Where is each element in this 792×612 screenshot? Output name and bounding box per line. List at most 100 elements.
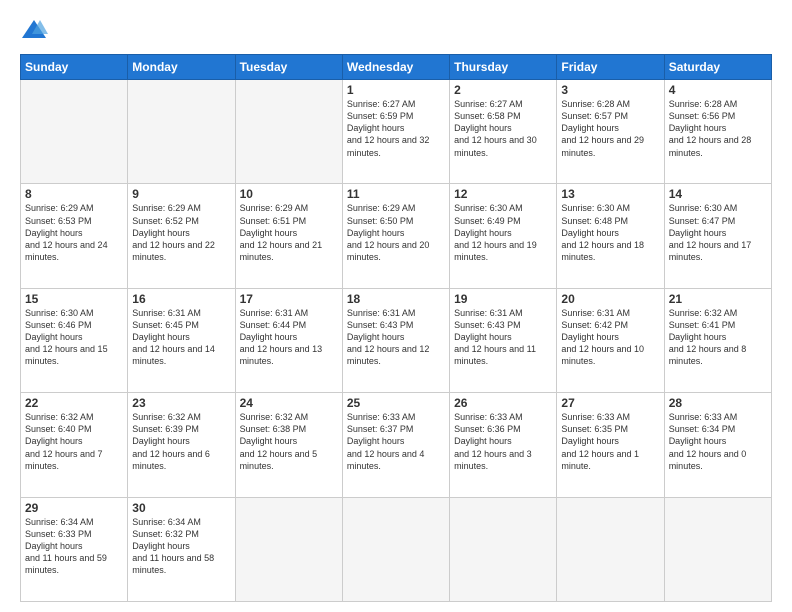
cell-content: Sunrise: 6:30 AMSunset: 6:46 PMDaylight … xyxy=(25,308,108,367)
day-number: 12 xyxy=(454,187,552,201)
calendar-cell: 22 Sunrise: 6:32 AMSunset: 6:40 PMDaylig… xyxy=(21,393,128,497)
calendar-cell xyxy=(557,497,664,601)
day-number: 9 xyxy=(132,187,230,201)
cell-content: Sunrise: 6:30 AMSunset: 6:48 PMDaylight … xyxy=(561,203,644,262)
calendar-day-header: Tuesday xyxy=(235,55,342,80)
day-number: 29 xyxy=(25,501,123,515)
calendar-cell: 9 Sunrise: 6:29 AMSunset: 6:52 PMDayligh… xyxy=(128,184,235,288)
day-number: 28 xyxy=(669,396,767,410)
calendar-day-header: Saturday xyxy=(664,55,771,80)
calendar-cell: 8 Sunrise: 6:29 AMSunset: 6:53 PMDayligh… xyxy=(21,184,128,288)
logo-icon xyxy=(20,16,48,44)
calendar-day-header: Wednesday xyxy=(342,55,449,80)
cell-content: Sunrise: 6:33 AMSunset: 6:35 PMDaylight … xyxy=(561,412,639,471)
cell-content: Sunrise: 6:34 AMSunset: 6:33 PMDaylight … xyxy=(25,517,107,576)
calendar-cell: 11 Sunrise: 6:29 AMSunset: 6:50 PMDaylig… xyxy=(342,184,449,288)
cell-content: Sunrise: 6:27 AMSunset: 6:58 PMDaylight … xyxy=(454,99,537,158)
calendar-day-header: Thursday xyxy=(450,55,557,80)
header xyxy=(20,16,772,44)
calendar-cell: 12 Sunrise: 6:30 AMSunset: 6:49 PMDaylig… xyxy=(450,184,557,288)
cell-content: Sunrise: 6:29 AMSunset: 6:50 PMDaylight … xyxy=(347,203,430,262)
day-number: 11 xyxy=(347,187,445,201)
calendar-cell: 29 Sunrise: 6:34 AMSunset: 6:33 PMDaylig… xyxy=(21,497,128,601)
cell-content: Sunrise: 6:27 AMSunset: 6:59 PMDaylight … xyxy=(347,99,430,158)
cell-content: Sunrise: 6:29 AMSunset: 6:51 PMDaylight … xyxy=(240,203,323,262)
calendar-cell xyxy=(664,497,771,601)
day-number: 1 xyxy=(347,83,445,97)
page: SundayMondayTuesdayWednesdayThursdayFrid… xyxy=(0,0,792,612)
cell-content: Sunrise: 6:32 AMSunset: 6:40 PMDaylight … xyxy=(25,412,103,471)
calendar-week-row: 8 Sunrise: 6:29 AMSunset: 6:53 PMDayligh… xyxy=(21,184,772,288)
cell-content: Sunrise: 6:33 AMSunset: 6:34 PMDaylight … xyxy=(669,412,747,471)
calendar-cell: 20 Sunrise: 6:31 AMSunset: 6:42 PMDaylig… xyxy=(557,288,664,392)
calendar-week-row: 29 Sunrise: 6:34 AMSunset: 6:33 PMDaylig… xyxy=(21,497,772,601)
calendar-day-header: Sunday xyxy=(21,55,128,80)
calendar-cell: 23 Sunrise: 6:32 AMSunset: 6:39 PMDaylig… xyxy=(128,393,235,497)
calendar-cell xyxy=(235,497,342,601)
day-number: 4 xyxy=(669,83,767,97)
calendar-cell: 30 Sunrise: 6:34 AMSunset: 6:32 PMDaylig… xyxy=(128,497,235,601)
cell-content: Sunrise: 6:33 AMSunset: 6:37 PMDaylight … xyxy=(347,412,425,471)
cell-content: Sunrise: 6:31 AMSunset: 6:44 PMDaylight … xyxy=(240,308,323,367)
calendar-cell: 17 Sunrise: 6:31 AMSunset: 6:44 PMDaylig… xyxy=(235,288,342,392)
cell-content: Sunrise: 6:28 AMSunset: 6:56 PMDaylight … xyxy=(669,99,752,158)
day-number: 23 xyxy=(132,396,230,410)
day-number: 8 xyxy=(25,187,123,201)
calendar-day-header: Monday xyxy=(128,55,235,80)
day-number: 24 xyxy=(240,396,338,410)
calendar-cell: 10 Sunrise: 6:29 AMSunset: 6:51 PMDaylig… xyxy=(235,184,342,288)
calendar-cell: 21 Sunrise: 6:32 AMSunset: 6:41 PMDaylig… xyxy=(664,288,771,392)
calendar-cell: 13 Sunrise: 6:30 AMSunset: 6:48 PMDaylig… xyxy=(557,184,664,288)
calendar-week-row: 1 Sunrise: 6:27 AMSunset: 6:59 PMDayligh… xyxy=(21,80,772,184)
cell-content: Sunrise: 6:28 AMSunset: 6:57 PMDaylight … xyxy=(561,99,644,158)
cell-content: Sunrise: 6:30 AMSunset: 6:47 PMDaylight … xyxy=(669,203,752,262)
day-number: 16 xyxy=(132,292,230,306)
day-number: 3 xyxy=(561,83,659,97)
day-number: 21 xyxy=(669,292,767,306)
calendar-cell xyxy=(128,80,235,184)
calendar-cell: 15 Sunrise: 6:30 AMSunset: 6:46 PMDaylig… xyxy=(21,288,128,392)
day-number: 20 xyxy=(561,292,659,306)
cell-content: Sunrise: 6:31 AMSunset: 6:43 PMDaylight … xyxy=(347,308,430,367)
day-number: 13 xyxy=(561,187,659,201)
calendar-cell: 28 Sunrise: 6:33 AMSunset: 6:34 PMDaylig… xyxy=(664,393,771,497)
day-number: 2 xyxy=(454,83,552,97)
calendar-cell: 26 Sunrise: 6:33 AMSunset: 6:36 PMDaylig… xyxy=(450,393,557,497)
cell-content: Sunrise: 6:29 AMSunset: 6:53 PMDaylight … xyxy=(25,203,108,262)
day-number: 19 xyxy=(454,292,552,306)
calendar-cell: 27 Sunrise: 6:33 AMSunset: 6:35 PMDaylig… xyxy=(557,393,664,497)
day-number: 22 xyxy=(25,396,123,410)
calendar-cell: 18 Sunrise: 6:31 AMSunset: 6:43 PMDaylig… xyxy=(342,288,449,392)
calendar-body: 1 Sunrise: 6:27 AMSunset: 6:59 PMDayligh… xyxy=(21,80,772,602)
calendar-cell: 2 Sunrise: 6:27 AMSunset: 6:58 PMDayligh… xyxy=(450,80,557,184)
day-number: 27 xyxy=(561,396,659,410)
cell-content: Sunrise: 6:30 AMSunset: 6:49 PMDaylight … xyxy=(454,203,537,262)
day-number: 15 xyxy=(25,292,123,306)
calendar-cell xyxy=(235,80,342,184)
calendar-cell xyxy=(450,497,557,601)
calendar-table: SundayMondayTuesdayWednesdayThursdayFrid… xyxy=(20,54,772,602)
cell-content: Sunrise: 6:32 AMSunset: 6:41 PMDaylight … xyxy=(669,308,747,367)
calendar-cell: 24 Sunrise: 6:32 AMSunset: 6:38 PMDaylig… xyxy=(235,393,342,497)
calendar-cell: 4 Sunrise: 6:28 AMSunset: 6:56 PMDayligh… xyxy=(664,80,771,184)
day-number: 14 xyxy=(669,187,767,201)
cell-content: Sunrise: 6:29 AMSunset: 6:52 PMDaylight … xyxy=(132,203,215,262)
cell-content: Sunrise: 6:31 AMSunset: 6:42 PMDaylight … xyxy=(561,308,644,367)
calendar-week-row: 15 Sunrise: 6:30 AMSunset: 6:46 PMDaylig… xyxy=(21,288,772,392)
cell-content: Sunrise: 6:31 AMSunset: 6:43 PMDaylight … xyxy=(454,308,536,367)
calendar-cell: 1 Sunrise: 6:27 AMSunset: 6:59 PMDayligh… xyxy=(342,80,449,184)
calendar-week-row: 22 Sunrise: 6:32 AMSunset: 6:40 PMDaylig… xyxy=(21,393,772,497)
calendar-cell xyxy=(21,80,128,184)
logo xyxy=(20,16,52,44)
calendar-day-header: Friday xyxy=(557,55,664,80)
calendar-cell: 25 Sunrise: 6:33 AMSunset: 6:37 PMDaylig… xyxy=(342,393,449,497)
day-number: 10 xyxy=(240,187,338,201)
day-number: 17 xyxy=(240,292,338,306)
cell-content: Sunrise: 6:32 AMSunset: 6:38 PMDaylight … xyxy=(240,412,318,471)
cell-content: Sunrise: 6:32 AMSunset: 6:39 PMDaylight … xyxy=(132,412,210,471)
day-number: 18 xyxy=(347,292,445,306)
cell-content: Sunrise: 6:33 AMSunset: 6:36 PMDaylight … xyxy=(454,412,532,471)
calendar-cell: 14 Sunrise: 6:30 AMSunset: 6:47 PMDaylig… xyxy=(664,184,771,288)
calendar-cell: 3 Sunrise: 6:28 AMSunset: 6:57 PMDayligh… xyxy=(557,80,664,184)
calendar-cell: 19 Sunrise: 6:31 AMSunset: 6:43 PMDaylig… xyxy=(450,288,557,392)
